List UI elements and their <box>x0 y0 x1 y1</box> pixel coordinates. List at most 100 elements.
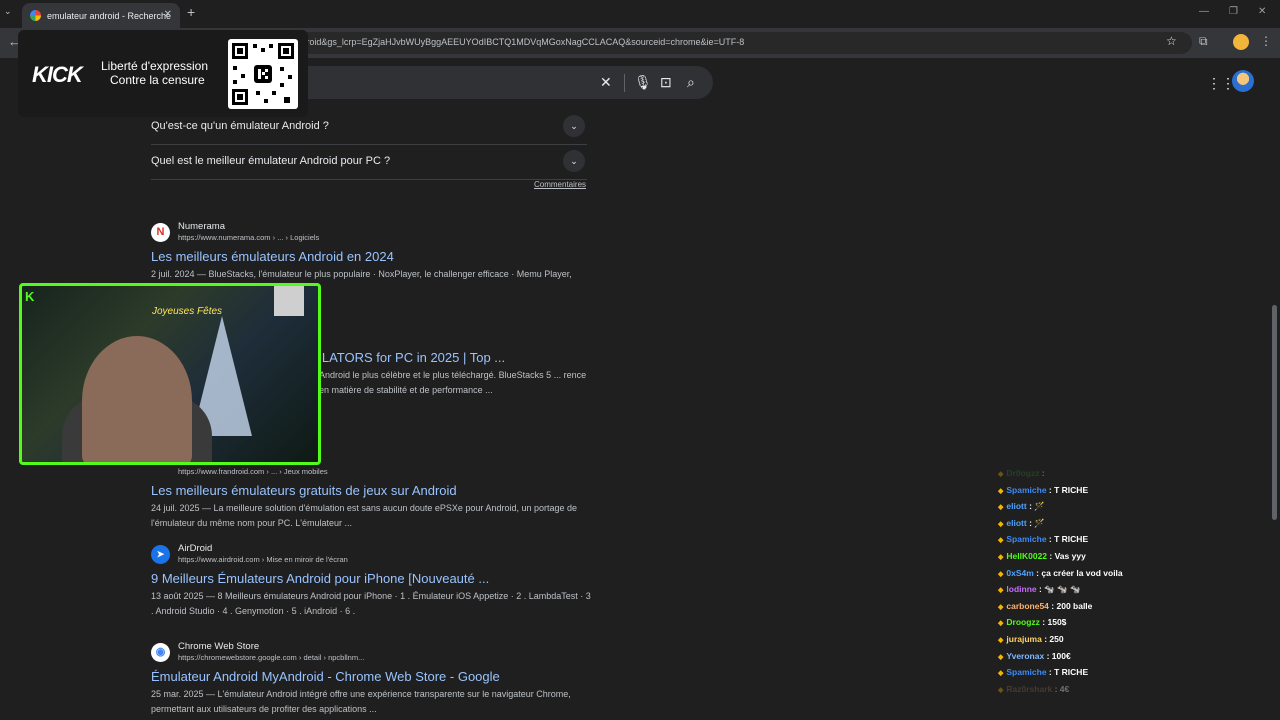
result-url[interactable]: https://www.numerama.com › ... › Logicie… <box>178 233 319 242</box>
chat-username[interactable]: lodinne <box>1006 584 1036 594</box>
close-tab-icon[interactable]: ✕ <box>164 9 172 20</box>
chat-message: ◆ Yveronax : 100€ <box>998 651 1268 668</box>
faq-item[interactable]: Quel est le meilleur émulateur Android p… <box>151 145 587 180</box>
kick-logo: KICK <box>32 62 83 87</box>
chat-username[interactable]: Spamiche <box>1006 534 1046 544</box>
chat-text: : <box>1039 468 1045 478</box>
faq-item[interactable]: Qu'est-ce qu'un émulateur Android ? ⌄ <box>151 110 587 145</box>
extensions-icon[interactable]: ⧉ <box>1199 34 1208 49</box>
chat-badge-icon: ◆ <box>998 686 1004 694</box>
chat-message: ◆ Spamiche : T RICHE <box>998 667 1268 684</box>
chat-badge-icon: ◆ <box>998 487 1004 495</box>
result-snippet: 13 août 2025 — 8 Meilleurs émulateurs An… <box>151 591 591 616</box>
voice-search-icon[interactable]: 🎙 <box>634 74 652 91</box>
google-favicon-icon <box>30 10 41 21</box>
faq-question: Qu'est-ce qu'un émulateur Android ? <box>151 120 329 132</box>
chat-badge-icon: ◆ <box>998 537 1004 545</box>
chat-username[interactable]: Spamiche <box>1006 485 1046 495</box>
search-divider <box>624 74 625 92</box>
search-icon[interactable]: ⌕ <box>687 74 695 91</box>
google-account-avatar[interactable] <box>1232 70 1254 92</box>
chat-username[interactable]: carbone54 <box>1006 601 1049 611</box>
result-url[interactable]: https://www.frandroid.com › ... › Jeux m… <box>178 467 328 476</box>
chat-text: : 4€ <box>1052 683 1070 694</box>
menu-dots-icon[interactable]: ⋮ <box>1260 34 1272 48</box>
chat-text: : 🪄 <box>1026 501 1045 512</box>
page-scrollbar[interactable] <box>1272 305 1277 520</box>
chat-text: : T RICHE <box>1046 534 1089 545</box>
new-tab-button[interactable]: + <box>187 4 195 20</box>
chat-text: : 200 balle <box>1048 600 1093 611</box>
comments-link[interactable]: Commentaires <box>534 180 586 189</box>
chat-badge-icon: ◆ <box>998 603 1004 611</box>
chevron-down-icon[interactable]: ⌄ <box>563 115 585 137</box>
chat-username[interactable]: jurajuma <box>1006 634 1041 644</box>
clear-search-icon[interactable]: ✕ <box>600 74 612 91</box>
kick-slogan-line1: Liberté d'expression <box>101 59 209 73</box>
chat-message: ◆ Raz0rshark : 4€ <box>998 684 1268 701</box>
chat-text: : ça créer la vod voila <box>1033 567 1123 578</box>
chat-username[interactable]: 0xS4m <box>1006 568 1033 578</box>
neon-sign: Joyeuses Fêtes <box>152 306 223 317</box>
minimize-icon[interactable]: — <box>1199 6 1209 17</box>
chat-badge-icon: ◆ <box>998 620 1004 628</box>
lens-search-icon[interactable]: ⊡ <box>660 74 672 91</box>
browser-tab[interactable]: emulateur android - Recherche ✕ <box>22 3 180 28</box>
result-site-name: Chrome Web Store <box>178 641 260 652</box>
result-snippet: 24 juil. 2025 — La meilleure solution d'… <box>151 503 578 528</box>
chat-message: ◆ HellK0022 : Vas yyy <box>998 551 1268 568</box>
result-title-link[interactable]: 9 Meilleurs Émulateurs Android pour iPho… <box>151 571 591 586</box>
chat-message: ◆ eliott : 🪄 <box>998 501 1268 518</box>
airdroid-favicon-icon: ➤ <box>151 545 170 564</box>
kick-slogan-line2: Contre la censure <box>110 73 205 87</box>
chat-message: ◆ Droogzz : 150$ <box>998 617 1268 634</box>
result-title-link[interactable]: Les meilleurs émulateurs Android en 2024 <box>151 249 591 264</box>
streamer-head <box>82 336 192 462</box>
chat-badge-icon: ◆ <box>998 653 1004 661</box>
chat-text: : 🪄 <box>1026 517 1045 528</box>
result-site-name: AirDroid <box>178 543 213 554</box>
chat-username[interactable]: Raz0rshark <box>1006 684 1052 694</box>
chat-username[interactable]: Droogzz <box>1006 617 1040 627</box>
chat-username[interactable]: Yveronax <box>1006 651 1044 661</box>
chat-message: ◆ eliott : 🪄 <box>998 518 1268 535</box>
chat-username[interactable]: eliott <box>1006 501 1026 511</box>
chat-username[interactable]: HellK0022 <box>1006 551 1047 561</box>
chat-username[interactable]: eliott <box>1006 518 1026 528</box>
tab-search-icon[interactable]: ⌄ <box>4 6 12 17</box>
chat-text: : 150$ <box>1039 617 1067 628</box>
chat-message: ◆ Dr0ogzz : <box>998 468 1268 485</box>
chat-badge-icon: ◆ <box>998 670 1004 678</box>
chat-text: : 100€ <box>1044 650 1071 661</box>
result-url[interactable]: https://www.airdroid.com › Mise en miroi… <box>178 555 348 564</box>
chevron-down-icon[interactable]: ⌄ <box>563 150 585 172</box>
maximize-icon[interactable]: ❐ <box>1229 6 1238 17</box>
search-result: ➤ AirDroid https://www.airdroid.com › Mi… <box>151 543 591 619</box>
bookmark-star-icon[interactable]: ☆ <box>1166 34 1177 48</box>
numerama-favicon-icon: N <box>151 223 170 242</box>
apps-grid-icon[interactable]: ⋮⋮ <box>1207 75 1235 92</box>
search-result: https://www.frandroid.com › ... › Jeux m… <box>151 455 591 531</box>
result-snippet: 25 mar. 2025 — L'émulateur Android intég… <box>151 689 571 714</box>
chat-message: ◆ lodinne : 🐄 🐄 🐄 <box>998 584 1268 601</box>
result-title-link[interactable]: Les meilleurs émulateurs gratuits de jeu… <box>151 483 591 498</box>
chat-text: : T RICHE <box>1046 667 1089 678</box>
tab-strip: ⌄ emulateur android - Recherche ✕ + — ❐ … <box>0 0 1280 28</box>
chat-badge-icon: ◆ <box>998 636 1004 644</box>
chat-username[interactable]: Dr0ogzz <box>1006 468 1039 478</box>
wall-frame <box>274 286 304 316</box>
kick-corner-logo: K <box>25 289 35 304</box>
chat-message: ◆ 0xS4m : ça créer la vod voila <box>998 568 1268 585</box>
chat-message: ◆ Spamiche : T RICHE <box>998 485 1268 502</box>
chat-text: : Vas yyy <box>1047 550 1086 561</box>
profile-avatar-icon[interactable] <box>1233 34 1249 50</box>
result-url[interactable]: https://chromewebstore.google.com › deta… <box>178 653 364 662</box>
webcam-overlay: Joyeuses Fêtes K <box>19 283 321 465</box>
faq-question: Quel est le meilleur émulateur Android p… <box>151 155 391 167</box>
chat-text: : 🐄 🐄 🐄 <box>1036 584 1081 595</box>
chat-message: ◆ carbone54 : 200 balle <box>998 601 1268 618</box>
close-window-icon[interactable]: ✕ <box>1258 6 1266 17</box>
result-title-link[interactable]: Émulateur Android MyAndroid - Chrome Web… <box>151 669 591 684</box>
chat-username[interactable]: Spamiche <box>1006 667 1046 677</box>
chat-badge-icon: ◆ <box>998 520 1004 528</box>
